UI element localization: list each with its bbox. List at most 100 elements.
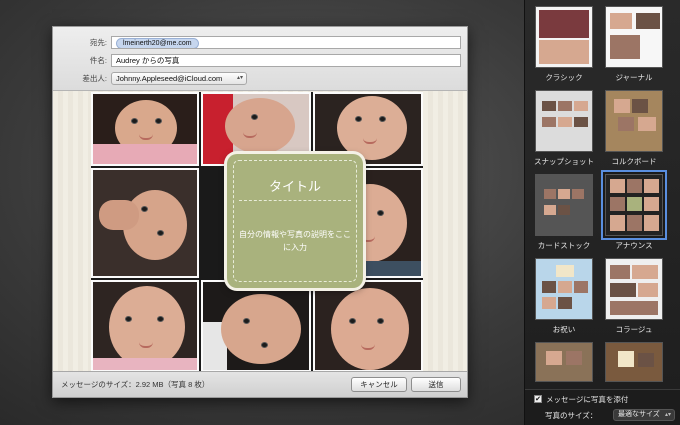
template-corkboard[interactable] xyxy=(605,90,663,152)
thumb-photo xyxy=(632,265,658,279)
thumb-photo xyxy=(542,297,556,309)
stationery-title[interactable]: タイトル xyxy=(227,176,363,195)
from-value: Johnny.Appleseed@iCloud.com xyxy=(116,74,223,83)
thumb-photo xyxy=(544,205,556,215)
thumb-photo xyxy=(644,215,659,231)
thumb-photo xyxy=(627,179,642,193)
thumb-title-card xyxy=(627,197,642,211)
thumb-photo xyxy=(610,179,625,193)
thumb-photo xyxy=(558,205,570,215)
subject-row: 件名: Audrey からの写真 xyxy=(53,53,467,69)
thumb-photo xyxy=(558,281,572,293)
baby-face xyxy=(225,98,295,154)
template-announcement[interactable] xyxy=(605,174,663,236)
thumb-photo xyxy=(558,189,570,199)
from-popup[interactable]: Johnny.Appleseed@iCloud.com ▴▾ xyxy=(111,72,247,85)
template-label-cardstock: カードストック xyxy=(537,241,591,250)
attach-photos-checkbox[interactable]: ✔ xyxy=(534,395,542,403)
template-classic[interactable] xyxy=(535,6,593,68)
compose-sheet: 宛先: lmeinerth20@me.com 件名: Audrey からの写真 … xyxy=(52,26,468,398)
eye xyxy=(157,316,164,322)
to-row: 宛先: lmeinerth20@me.com xyxy=(53,35,467,51)
template-journal[interactable] xyxy=(605,6,663,68)
thumb-photo xyxy=(638,353,654,367)
baby-hand xyxy=(99,200,139,230)
template-snapshot[interactable] xyxy=(535,90,593,152)
popup-arrows-icon: ▴▾ xyxy=(664,412,671,418)
thumb-photo xyxy=(572,189,584,199)
thumb-photo xyxy=(638,117,656,131)
subject-field[interactable]: Audrey からの写真 xyxy=(111,54,461,67)
thumb-photo xyxy=(558,297,572,309)
thumb-photo xyxy=(610,215,625,231)
thumb-photo xyxy=(574,101,588,111)
template-panel: クラシック ジャーナル スナップショット コルクボード カードストック アナウン… xyxy=(524,0,680,425)
template-collage[interactable] xyxy=(605,258,663,320)
thumb-photo xyxy=(539,10,589,38)
photo-1[interactable] xyxy=(91,92,199,166)
send-button[interactable]: 送信 xyxy=(411,377,461,392)
eye xyxy=(125,316,132,322)
thumb-photo xyxy=(644,179,659,193)
template-label-journal: ジャーナル xyxy=(615,73,653,82)
template-partial-1[interactable] xyxy=(535,342,593,382)
subject-label: 件名: xyxy=(89,56,107,65)
photo-4[interactable] xyxy=(91,168,199,278)
thumb-photo xyxy=(610,283,636,297)
photo-size-label: 写真のサイズ： xyxy=(545,411,598,420)
clothing xyxy=(93,357,197,370)
eye xyxy=(157,230,164,236)
compose-footer: メッセージのサイズ：2.92 MB（写真 8 枚） キャンセル 送信 xyxy=(53,371,467,397)
template-celebration[interactable] xyxy=(535,258,593,320)
eye xyxy=(261,342,268,348)
thumb-photo xyxy=(627,215,642,231)
thumb-photo xyxy=(566,351,582,365)
photo-7[interactable] xyxy=(201,280,311,372)
eye xyxy=(349,318,356,324)
template-label-collage: コラージュ xyxy=(615,325,653,334)
baby-face xyxy=(109,286,185,368)
eye xyxy=(155,118,162,124)
template-label-announcement: アナウンス xyxy=(615,241,653,250)
thumb-photo xyxy=(610,35,640,59)
eye xyxy=(377,318,384,324)
thumb-photo xyxy=(544,189,556,199)
thumb-photo xyxy=(558,117,572,127)
thumb-photo xyxy=(574,281,588,293)
template-label-celebration: お祝い xyxy=(552,325,576,334)
thumb-photo xyxy=(542,101,556,111)
thumb-photo xyxy=(636,13,660,29)
eye xyxy=(355,116,362,122)
template-label-corkboard: コルクボード xyxy=(611,157,657,166)
from-label: 差出人: xyxy=(82,74,107,83)
photo-size-value: 最適なサイズ xyxy=(618,411,660,418)
to-field[interactable]: lmeinerth20@me.com xyxy=(111,36,461,49)
thumb-photo xyxy=(614,99,630,113)
thumb-photo xyxy=(618,351,634,367)
photo-6[interactable] xyxy=(91,280,199,372)
thumb-photo xyxy=(542,281,556,293)
clothing xyxy=(93,144,197,164)
photo-options: ✔ メッセージに写真を添付 写真のサイズ： 最適なサイズ ▴▾ xyxy=(525,389,680,425)
recipient-token[interactable]: lmeinerth20@me.com xyxy=(116,38,199,48)
thumb-photo xyxy=(610,197,625,211)
baby-face xyxy=(337,96,407,160)
eye xyxy=(243,318,250,324)
to-label: 宛先: xyxy=(89,38,107,47)
title-card[interactable]: タイトル 自分の情報や写真の説明をここに入力 xyxy=(227,154,363,288)
photo-size-popup[interactable]: 最適なサイズ ▴▾ xyxy=(613,409,675,421)
stationery-description[interactable]: 自分の情報や写真の説明をここに入力 xyxy=(237,228,353,254)
thumb-photo xyxy=(610,301,658,315)
thumb-photo xyxy=(632,99,648,113)
template-partial-2[interactable] xyxy=(605,342,663,382)
eye xyxy=(141,206,148,212)
eye xyxy=(377,210,384,216)
cancel-button[interactable]: キャンセル xyxy=(351,377,407,392)
thumb-photo xyxy=(644,197,659,211)
photo-8[interactable] xyxy=(313,280,423,372)
attach-photos-label: メッセージに写真を添付 xyxy=(546,395,629,404)
template-cardstock[interactable] xyxy=(535,174,593,236)
thumb-photo xyxy=(574,117,588,127)
thumb-photo xyxy=(556,265,574,277)
thumb-photo xyxy=(558,101,572,111)
